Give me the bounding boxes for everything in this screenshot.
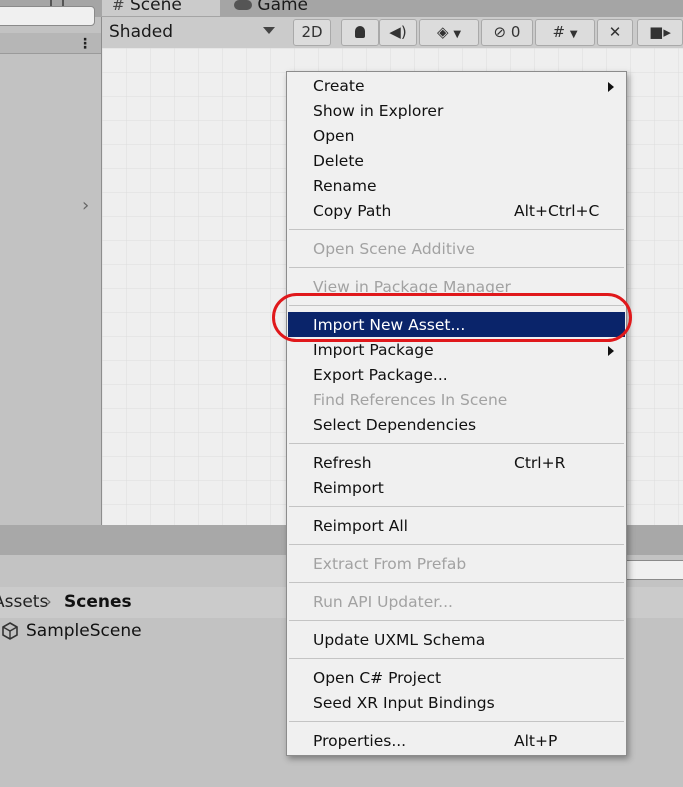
- menu-item-delete[interactable]: Delete: [313, 152, 364, 170]
- menu-item-reimport[interactable]: Reimport: [313, 479, 384, 497]
- hierarchy-search-input[interactable]: [0, 6, 95, 26]
- menu-separator: [289, 443, 624, 444]
- menu-separator: [289, 620, 624, 621]
- visibility-count: 0: [510, 23, 521, 41]
- menu-separator: [289, 506, 624, 507]
- tab-scene[interactable]: # Scene: [102, 0, 220, 16]
- gizmos-grid-icon: #: [552, 23, 566, 41]
- menu-item-create[interactable]: Create: [313, 77, 365, 95]
- menu-item-import-package[interactable]: Import Package: [313, 341, 434, 359]
- lighting-toggle-button[interactable]: [341, 19, 379, 46]
- menu-separator: [289, 582, 624, 583]
- breadcrumb-assets[interactable]: Assets: [0, 592, 48, 612]
- unity-scene-icon: [2, 622, 18, 640]
- camera-icon: ■▸: [649, 23, 671, 41]
- menu-item-open-scene-additive: Open Scene Additive: [313, 240, 475, 258]
- annotation-highlight-ring: [272, 293, 632, 342]
- shading-mode-dropdown[interactable]: Shaded: [102, 19, 284, 46]
- tab-scene-label: Scene: [129, 0, 182, 15]
- menu-item-reimport-all[interactable]: Reimport All: [313, 517, 408, 535]
- tab-game[interactable]: Game: [228, 0, 328, 16]
- menu-item-refresh[interactable]: Refresh: [313, 454, 372, 472]
- grid-dropdown[interactable]: # ▼: [535, 19, 595, 46]
- chevron-right-icon: ›: [45, 592, 52, 612]
- menu-shortcut-properties: Alt+P: [514, 732, 558, 750]
- toggle-2d-button[interactable]: 2D: [293, 19, 331, 46]
- menu-item-run-api-updater: Run API Updater...: [313, 593, 453, 611]
- hidden-objects-toggle[interactable]: ⊘ 0: [481, 19, 533, 46]
- camera-dropdown[interactable]: ■▸: [637, 19, 683, 46]
- effects-layers-icon: ◈: [436, 23, 449, 41]
- more-options-icon[interactable]: ⋮: [78, 36, 92, 52]
- shading-mode-label: Shaded: [109, 22, 174, 42]
- menu-item-find-references: Find References In Scene: [313, 391, 508, 409]
- audio-toggle-button[interactable]: ◀): [379, 19, 417, 46]
- lightbulb-icon: [355, 26, 365, 38]
- project-search-input[interactable]: [620, 560, 683, 580]
- tools-button[interactable]: ✕: [597, 19, 633, 46]
- tools-icon: ✕: [608, 23, 622, 41]
- menu-shortcut-copy-path: Alt+Ctrl+C: [514, 202, 600, 220]
- menu-item-open[interactable]: Open: [313, 127, 354, 145]
- menu-item-properties[interactable]: Properties...: [313, 732, 406, 750]
- hierarchy-panel: [0, 17, 102, 525]
- menu-separator: [289, 544, 624, 545]
- file-item-label[interactable]: SampleScene: [26, 621, 142, 641]
- hash-icon: #: [112, 0, 125, 14]
- menu-item-extract-from-prefab: Extract From Prefab: [313, 555, 467, 573]
- effects-dropdown[interactable]: ◈ ▼: [419, 19, 479, 46]
- menu-item-update-uxml-schema[interactable]: Update UXML Schema: [313, 631, 485, 649]
- menu-item-open-csharp-project[interactable]: Open C# Project: [313, 669, 441, 687]
- chevron-right-icon[interactable]: ›: [82, 195, 89, 216]
- menu-item-select-dependencies[interactable]: Select Dependencies: [313, 416, 476, 434]
- menu-item-seed-xr-input-bindings[interactable]: Seed XR Input Bindings: [313, 694, 495, 712]
- chevron-down-icon: ▼: [453, 29, 462, 40]
- hidden-objects-icon: ⊘: [493, 23, 507, 41]
- chevron-down-icon: ▼: [569, 29, 578, 40]
- menu-separator: [289, 658, 624, 659]
- menu-shortcut-refresh: Ctrl+R: [514, 454, 566, 472]
- tab-game-label: Game: [257, 0, 309, 15]
- menu-item-show-in-explorer[interactable]: Show in Explorer: [313, 102, 443, 120]
- gamepad-icon: [234, 0, 252, 10]
- menu-separator: [289, 229, 624, 230]
- submenu-arrow-icon: [608, 82, 614, 92]
- submenu-arrow-icon: [608, 346, 614, 356]
- context-menu: Create Show in Explorer Open Delete Rena…: [286, 71, 627, 756]
- menu-item-rename[interactable]: Rename: [313, 177, 377, 195]
- menu-item-copy-path[interactable]: Copy Path: [313, 202, 391, 220]
- audio-icon: ◀): [389, 23, 407, 41]
- toggle-2d-label: 2D: [301, 23, 323, 41]
- menu-item-export-package[interactable]: Export Package...: [313, 366, 448, 384]
- breadcrumb-scenes[interactable]: Scenes: [64, 592, 132, 612]
- chevron-down-icon: [263, 27, 275, 34]
- menu-separator: [289, 721, 624, 722]
- menu-separator: [289, 267, 624, 268]
